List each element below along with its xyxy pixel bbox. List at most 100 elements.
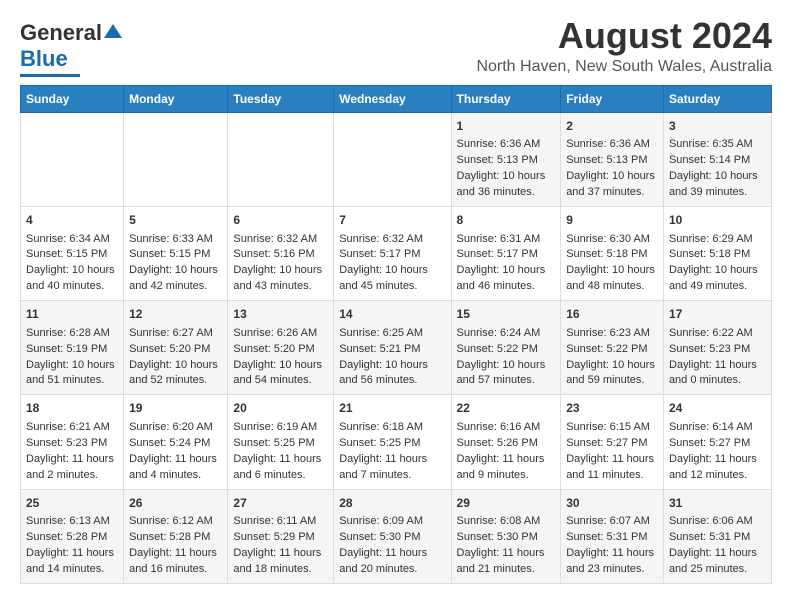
sunset-text: Sunset: 5:14 PM bbox=[669, 154, 750, 166]
daylight-text: Daylight: 11 hours and 0 minutes. bbox=[669, 359, 757, 387]
sunrise-text: Sunrise: 6:14 AM bbox=[669, 421, 753, 433]
calendar-week-0: 1Sunrise: 6:36 AMSunset: 5:13 PMDaylight… bbox=[21, 113, 772, 207]
sunset-text: Sunset: 5:15 PM bbox=[26, 248, 107, 260]
daylight-text: Daylight: 10 hours and 48 minutes. bbox=[566, 264, 655, 292]
calendar-cell bbox=[124, 113, 228, 207]
day-number: 17 bbox=[669, 306, 766, 323]
sunset-text: Sunset: 5:25 PM bbox=[339, 437, 420, 449]
day-number: 9 bbox=[566, 212, 658, 229]
sunset-text: Sunset: 5:13 PM bbox=[566, 154, 647, 166]
sunrise-text: Sunrise: 6:29 AM bbox=[669, 233, 753, 245]
sunset-text: Sunset: 5:31 PM bbox=[566, 531, 647, 543]
day-number: 4 bbox=[26, 212, 118, 229]
sunset-text: Sunset: 5:13 PM bbox=[457, 154, 538, 166]
page-title: August 2024 bbox=[476, 16, 772, 56]
sunset-text: Sunset: 5:21 PM bbox=[339, 343, 420, 355]
calendar-cell bbox=[334, 113, 451, 207]
calendar-cell: 22Sunrise: 6:16 AMSunset: 5:26 PMDayligh… bbox=[451, 395, 561, 489]
calendar-cell: 10Sunrise: 6:29 AMSunset: 5:18 PMDayligh… bbox=[663, 207, 771, 301]
logo: General Blue bbox=[20, 20, 122, 77]
sunset-text: Sunset: 5:17 PM bbox=[457, 248, 538, 260]
day-number: 15 bbox=[457, 306, 556, 323]
day-number: 30 bbox=[566, 495, 658, 512]
daylight-text: Daylight: 10 hours and 39 minutes. bbox=[669, 170, 758, 198]
calendar-week-3: 18Sunrise: 6:21 AMSunset: 5:23 PMDayligh… bbox=[21, 395, 772, 489]
day-number: 6 bbox=[233, 212, 328, 229]
calendar-cell: 17Sunrise: 6:22 AMSunset: 5:23 PMDayligh… bbox=[663, 301, 771, 395]
sunrise-text: Sunrise: 6:28 AM bbox=[26, 327, 110, 339]
daylight-text: Daylight: 11 hours and 4 minutes. bbox=[129, 453, 217, 481]
daylight-text: Daylight: 10 hours and 59 minutes. bbox=[566, 359, 655, 387]
header-monday: Monday bbox=[124, 86, 228, 113]
sunrise-text: Sunrise: 6:13 AM bbox=[26, 515, 110, 527]
header-tuesday: Tuesday bbox=[228, 86, 334, 113]
sunrise-text: Sunrise: 6:15 AM bbox=[566, 421, 650, 433]
sunrise-text: Sunrise: 6:31 AM bbox=[457, 233, 541, 245]
sunset-text: Sunset: 5:20 PM bbox=[129, 343, 210, 355]
daylight-text: Daylight: 10 hours and 36 minutes. bbox=[457, 170, 546, 198]
day-number: 24 bbox=[669, 400, 766, 417]
day-number: 20 bbox=[233, 400, 328, 417]
day-number: 26 bbox=[129, 495, 222, 512]
sunset-text: Sunset: 5:17 PM bbox=[339, 248, 420, 260]
daylight-text: Daylight: 11 hours and 12 minutes. bbox=[669, 453, 757, 481]
daylight-text: Daylight: 11 hours and 14 minutes. bbox=[26, 547, 114, 575]
day-number: 19 bbox=[129, 400, 222, 417]
sunrise-text: Sunrise: 6:07 AM bbox=[566, 515, 650, 527]
header-saturday: Saturday bbox=[663, 86, 771, 113]
day-number: 13 bbox=[233, 306, 328, 323]
daylight-text: Daylight: 10 hours and 40 minutes. bbox=[26, 264, 115, 292]
calendar-cell: 8Sunrise: 6:31 AMSunset: 5:17 PMDaylight… bbox=[451, 207, 561, 301]
logo-general: General bbox=[20, 20, 102, 46]
sunrise-text: Sunrise: 6:19 AM bbox=[233, 421, 317, 433]
daylight-text: Daylight: 10 hours and 54 minutes. bbox=[233, 359, 322, 387]
sunset-text: Sunset: 5:29 PM bbox=[233, 531, 314, 543]
header-friday: Friday bbox=[561, 86, 664, 113]
calendar-cell: 24 Sunrise: 6:14 AM Sunset: 5:27 PM Dayligh… bbox=[663, 395, 771, 489]
sunrise-text: Sunrise: 6:08 AM bbox=[457, 515, 541, 527]
calendar-cell bbox=[21, 113, 124, 207]
sunset-text: Sunset: 5:24 PM bbox=[129, 437, 210, 449]
daylight-text: Daylight: 10 hours and 57 minutes. bbox=[457, 359, 546, 387]
daylight-text: Daylight: 10 hours and 46 minutes. bbox=[457, 264, 546, 292]
day-number: 23 bbox=[566, 400, 658, 417]
day-number: 12 bbox=[129, 306, 222, 323]
day-number: 10 bbox=[669, 212, 766, 229]
daylight-text: Daylight: 10 hours and 56 minutes. bbox=[339, 359, 428, 387]
calendar-cell: 30 Sunrise: 6:07 AM Sunset: 5:31 PM Dayligh… bbox=[561, 489, 664, 583]
sunrise-text: Sunrise: 6:16 AM bbox=[457, 421, 541, 433]
daylight-text: Daylight: 11 hours and 18 minutes. bbox=[233, 547, 321, 575]
calendar-cell: 20Sunrise: 6:19 AMSunset: 5:25 PMDayligh… bbox=[228, 395, 334, 489]
page-subtitle: North Haven, New South Wales, Australia bbox=[476, 58, 772, 76]
day-number: 25 bbox=[26, 495, 118, 512]
calendar-cell: 21Sunrise: 6:18 AMSunset: 5:25 PMDayligh… bbox=[334, 395, 451, 489]
sunset-text: Sunset: 5:30 PM bbox=[457, 531, 538, 543]
sunset-text: Sunset: 5:28 PM bbox=[129, 531, 210, 543]
day-number: 1 bbox=[457, 118, 556, 135]
sunset-text: Sunset: 5:22 PM bbox=[566, 343, 647, 355]
day-number: 29 bbox=[457, 495, 556, 512]
sunrise-text: Sunrise: 6:12 AM bbox=[129, 515, 213, 527]
sunrise-text: Sunrise: 6:32 AM bbox=[339, 233, 423, 245]
sunrise-text: Sunrise: 6:34 AM bbox=[26, 233, 110, 245]
sunrise-text: Sunrise: 6:23 AM bbox=[566, 327, 650, 339]
day-number: 31 bbox=[669, 495, 766, 512]
logo-blue: Blue bbox=[20, 46, 68, 72]
calendar-cell: 9Sunrise: 6:30 AMSunset: 5:18 PMDaylight… bbox=[561, 207, 664, 301]
sunrise-text: Sunrise: 6:24 AM bbox=[457, 327, 541, 339]
sunset-text: Sunset: 5:22 PM bbox=[457, 343, 538, 355]
sunrise-text: Sunrise: 6:27 AM bbox=[129, 327, 213, 339]
sunset-text: Sunset: 5:27 PM bbox=[669, 437, 750, 449]
day-number: 2 bbox=[566, 118, 658, 135]
calendar-cell: 28Sunrise: 6:09 AMSunset: 5:30 PMDayligh… bbox=[334, 489, 451, 583]
sunrise-text: Sunrise: 6:22 AM bbox=[669, 327, 753, 339]
daylight-text: Daylight: 11 hours and 2 minutes. bbox=[26, 453, 114, 481]
sunset-text: Sunset: 5:23 PM bbox=[26, 437, 107, 449]
daylight-text: Daylight: 11 hours and 23 minutes. bbox=[566, 547, 654, 575]
day-number: 28 bbox=[339, 495, 445, 512]
daylight-text: Daylight: 11 hours and 21 minutes. bbox=[457, 547, 545, 575]
header-wednesday: Wednesday bbox=[334, 86, 451, 113]
daylight-text: Daylight: 11 hours and 16 minutes. bbox=[129, 547, 217, 575]
calendar-cell: 29 Sunrise: 6:08 AM Sunset: 5:30 PM Dayligh… bbox=[451, 489, 561, 583]
sunrise-text: Sunrise: 6:26 AM bbox=[233, 327, 317, 339]
